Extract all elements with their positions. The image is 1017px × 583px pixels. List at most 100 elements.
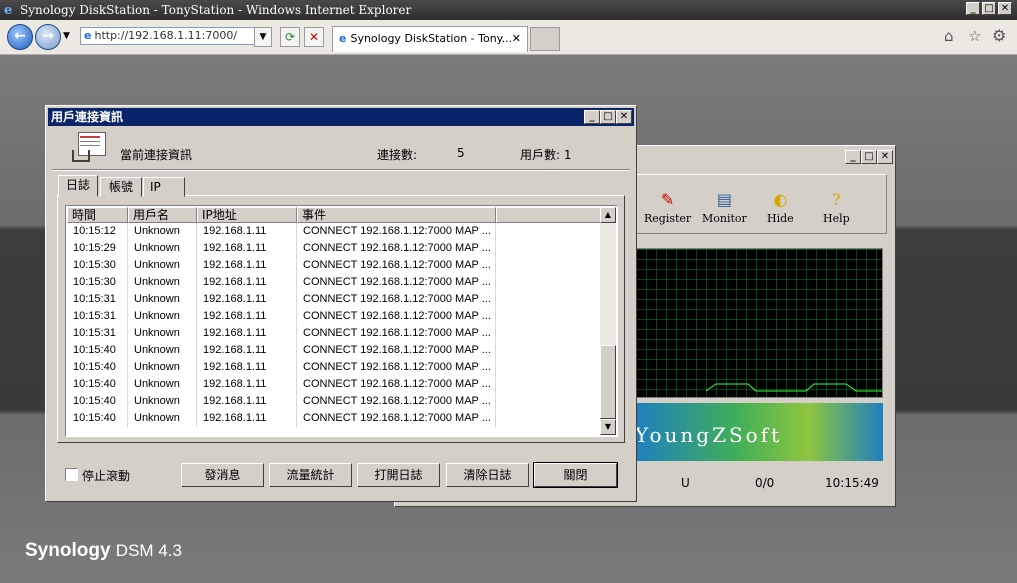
table-row[interactable]: 10:15:30 Unknown 192.168.1.11 CONNECT 192.1…: [67, 257, 602, 274]
maximize-button[interactable]: □: [982, 2, 996, 15]
table-row[interactable]: 10:15:40 Unknown 192.168.1.11 CONNECT 192.1…: [67, 359, 602, 376]
dialog-minimize-button[interactable]: _: [584, 110, 600, 124]
cell-extra: [496, 274, 602, 291]
cell-user: Unknown: [128, 342, 197, 359]
dialog-title: 用戶連接資訊: [51, 110, 124, 124]
register-label: Register: [644, 212, 692, 225]
table-row[interactable]: 10:15:31 Unknown 192.168.1.11 CONNECT 192.1…: [67, 308, 602, 325]
cell-ip: 192.168.1.11: [197, 342, 297, 359]
send-message-button[interactable]: 發消息: [181, 463, 264, 487]
status-col2: 0/0: [755, 476, 775, 490]
cell-event: CONNECT 192.168.1.12:7000 MAP ...: [297, 257, 496, 274]
tab-account[interactable]: 帳號: [100, 177, 142, 197]
table-row[interactable]: 10:15:31 Unknown 192.168.1.11 CONNECT 192.1…: [67, 291, 602, 308]
close-button[interactable]: ✕: [998, 2, 1012, 15]
tab-log[interactable]: 日誌: [58, 175, 98, 197]
cell-event: CONNECT 192.168.1.12:7000 MAP ...: [297, 325, 496, 342]
register-button[interactable]: ✎ Register: [644, 190, 691, 225]
close-dialog-button[interactable]: 關閉: [533, 462, 618, 488]
cell-time: 10:15:40: [67, 393, 128, 410]
dialog-heading: 當前連接資訊: [120, 148, 193, 162]
stop-button[interactable]: ✕: [304, 27, 324, 47]
back-minimize-button[interactable]: _: [845, 150, 861, 164]
cell-ip: 192.168.1.11: [197, 325, 297, 342]
minimize-button[interactable]: _: [966, 2, 980, 15]
refresh-button[interactable]: ⟳: [280, 27, 300, 47]
help-button[interactable]: ? Help: [823, 190, 850, 225]
back-maximize-button[interactable]: □: [861, 150, 877, 164]
dialog-maximize-button[interactable]: □: [600, 110, 616, 124]
new-tab-button[interactable]: [530, 27, 560, 51]
forward-icon[interactable]: →: [35, 24, 61, 50]
dialog-titlebar: 用戶連接資訊 _ □ ✕: [48, 108, 634, 126]
cell-user: Unknown: [128, 240, 197, 257]
cell-user: Unknown: [128, 223, 197, 240]
table-row[interactable]: 10:15:29 Unknown 192.168.1.11 CONNECT 192.1…: [67, 240, 602, 257]
column-header-event[interactable]: 事件: [297, 207, 496, 223]
table-row[interactable]: 10:15:31 Unknown 192.168.1.11 CONNECT 192.1…: [67, 325, 602, 342]
scroll-thumb[interactable]: [600, 345, 616, 419]
table-row[interactable]: 10:15:30 Unknown 192.168.1.11 CONNECT 192.1…: [67, 274, 602, 291]
clear-log-button[interactable]: 清除日誌: [446, 463, 529, 487]
table-row[interactable]: 10:15:40 Unknown 192.168.1.11 CONNECT 192.1…: [67, 342, 602, 359]
monitor-button[interactable]: ▤ Monitor: [702, 190, 747, 225]
tab-page-icon: e: [339, 32, 347, 45]
favorites-icon[interactable]: ☆: [968, 27, 981, 45]
table-row[interactable]: 10:15:40 Unknown 192.168.1.11 CONNECT 192.1…: [67, 410, 602, 427]
browser-window-title: Synology DiskStation - TonyStation - Win…: [20, 3, 412, 17]
home-icon[interactable]: ⌂: [944, 27, 954, 45]
cell-extra: [496, 291, 602, 308]
cell-time: 10:15:31: [67, 308, 128, 325]
stop-scroll-checkbox[interactable]: [65, 468, 78, 481]
connection-info-icon: [72, 132, 106, 162]
cell-event: CONNECT 192.168.1.12:7000 MAP ...: [297, 240, 496, 257]
tab-ip[interactable]: IP: [143, 177, 185, 197]
back-icon[interactable]: ←: [7, 24, 33, 50]
table-row[interactable]: 10:15:40 Unknown 192.168.1.11 CONNECT 192.1…: [67, 376, 602, 393]
cell-extra: [496, 325, 602, 342]
monitor-graph: [635, 248, 883, 398]
cell-extra: [496, 240, 602, 257]
cell-ip: 192.168.1.11: [197, 359, 297, 376]
cell-extra: [496, 359, 602, 376]
column-header-time[interactable]: 時間: [67, 207, 128, 223]
column-header-user[interactable]: 用戶名: [128, 207, 197, 223]
cell-time: 10:15:30: [67, 257, 128, 274]
back-close-button[interactable]: ✕: [877, 150, 893, 164]
cell-time: 10:15:31: [67, 325, 128, 342]
cell-ip: 192.168.1.11: [197, 257, 297, 274]
dialog-close-button[interactable]: ✕: [616, 110, 632, 124]
cell-extra: [496, 410, 602, 427]
open-log-button[interactable]: 打開日誌: [357, 463, 440, 487]
column-header-ip[interactable]: IP地址: [197, 207, 297, 223]
traffic-stats-button[interactable]: 流量統計: [269, 463, 352, 487]
synology-logo: Synology DSM 4.3: [25, 540, 182, 561]
address-dropdown-button[interactable]: ▼: [254, 27, 272, 47]
cell-time: 10:15:40: [67, 342, 128, 359]
youngzsoft-banner: YoungZSoft: [635, 403, 883, 461]
cell-event: CONNECT 192.168.1.12:7000 MAP ...: [297, 393, 496, 410]
stop-scroll-label: 停止滾動: [82, 469, 131, 483]
history-dropdown-icon[interactable]: ▼: [63, 31, 70, 41]
browser-navbar: ← → ▼ ehttp://192.168.1.11:7000/ ⚲ ▼ ⟳ ✕…: [0, 20, 1017, 55]
monitor-label: Monitor: [702, 212, 747, 225]
banner-text: YoungZSoft: [635, 423, 783, 447]
log-list[interactable]: 時間 用戶名 IP地址 事件 10:15:12 Unknown 192.168.1.…: [65, 205, 618, 437]
table-row[interactable]: 10:15:40 Unknown 192.168.1.11 CONNECT 192.1…: [67, 393, 602, 410]
browser-tab[interactable]: e Synology DiskStation - Tony... ✕: [332, 26, 528, 52]
help-icon: ?: [832, 190, 841, 209]
cell-time: 10:15:12: [67, 223, 128, 240]
column-header-extra[interactable]: [496, 207, 602, 223]
scroll-up-icon[interactable]: ▲: [600, 207, 616, 223]
tools-gear-icon[interactable]: ⚙: [992, 26, 1006, 45]
address-bar[interactable]: ehttp://192.168.1.11:7000/ ⚲: [80, 27, 272, 45]
scroll-down-icon[interactable]: ▼: [600, 419, 616, 435]
tab-close-icon[interactable]: ✕: [512, 27, 521, 51]
cell-ip: 192.168.1.11: [197, 223, 297, 240]
hide-button[interactable]: ◐ Hide: [767, 190, 794, 225]
vertical-scrollbar[interactable]: ▲ ▼: [600, 207, 616, 435]
table-row[interactable]: 10:15:12 Unknown 192.168.1.11 CONNECT 192.1…: [67, 223, 602, 240]
cell-event: CONNECT 192.168.1.12:7000 MAP ...: [297, 342, 496, 359]
cell-ip: 192.168.1.11: [197, 240, 297, 257]
cell-event: CONNECT 192.168.1.12:7000 MAP ...: [297, 359, 496, 376]
